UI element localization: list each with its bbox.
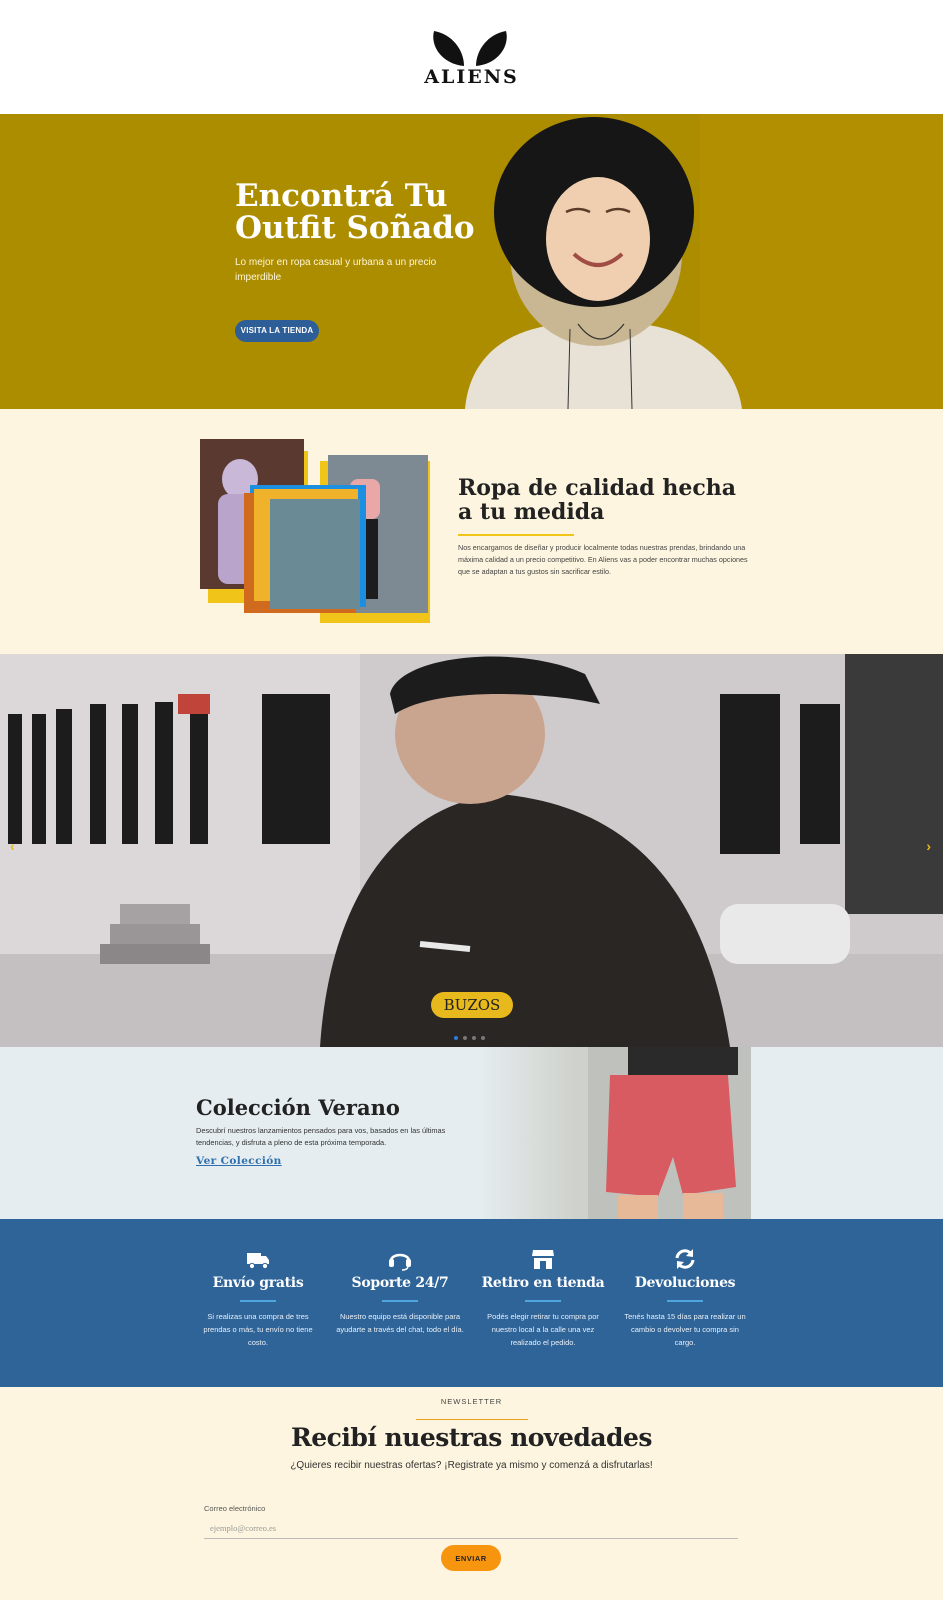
feature-support: Soporte 24/7 Nuestro equipo está disponi…: [335, 1247, 465, 1336]
newsletter-kicker: NEWSLETTER: [440, 1397, 503, 1406]
feature-title: Soporte 24/7: [351, 1275, 449, 1291]
feature-store-pickup: Retiro en tienda Podés elegir retirar tu…: [478, 1247, 608, 1349]
slider-dot[interactable]: [472, 1036, 476, 1040]
slide-photo: [0, 654, 943, 1047]
slider-dot[interactable]: [454, 1036, 458, 1040]
site-header: ALIENS: [0, 0, 943, 114]
feature-description: Nuestro equipo está disponible para ayud…: [336, 1312, 464, 1334]
chevron-right-icon[interactable]: ›: [926, 838, 931, 854]
view-collection-link[interactable]: Ver Colección: [196, 1155, 282, 1167]
shorts-photo: [478, 1047, 751, 1219]
newsletter-section: NEWSLETTER Recibí nuestras novedades ¿Qu…: [0, 1387, 943, 1600]
quality-title: Ropa de calidad hecha a tu medida: [458, 475, 736, 525]
feature-underline: [667, 1300, 703, 1302]
email-field[interactable]: [204, 1517, 738, 1539]
submit-button[interactable]: ENVIAR: [441, 1545, 501, 1571]
refresh-icon: [675, 1249, 695, 1269]
visit-store-button[interactable]: VISITA LA TIENDA: [235, 320, 319, 342]
slider-pagination: [454, 1036, 485, 1040]
email-label: Correo electrónico: [204, 1504, 266, 1513]
newsletter-title: Recibí nuestras novedades: [290, 1423, 653, 1452]
hero-subtitle: Lo mejor en ropa casual y urbana a un pr…: [235, 257, 437, 283]
features-section: Envío gratis Si realizas una compra de t…: [0, 1219, 943, 1387]
store-icon: [532, 1250, 554, 1269]
truck-icon: [247, 1253, 269, 1270]
feature-description: Podés elegir retirar tu compra por nuest…: [487, 1312, 599, 1347]
newsletter-subtitle: ¿Quieres recibir nuestras ofertas? ¡Regi…: [290, 1460, 653, 1471]
category-slider[interactable]: BUZOS ‹ ›: [0, 654, 943, 1047]
headset-icon: [389, 1253, 411, 1271]
quality-section: Ropa de calidad hecha a tu medida Nos en…: [0, 409, 943, 654]
feature-title: Devoluciones: [634, 1275, 736, 1291]
summer-collection-section: Colección Verano Descubrí nuestros lanza…: [0, 1047, 943, 1219]
hero-title: Encontrá Tu Outfit Soñado: [235, 178, 475, 246]
chevron-left-icon[interactable]: ‹: [10, 838, 15, 854]
feature-title: Envío gratis: [212, 1275, 304, 1291]
feature-title: Retiro en tienda: [481, 1275, 605, 1291]
summer-description: Descubrí nuestros lanzamientos pensados …: [196, 1126, 446, 1147]
feature-underline: [240, 1300, 276, 1302]
feature-description: Tenés hasta 15 días para realizar un cam…: [624, 1312, 746, 1347]
summer-title: Colección Verano: [196, 1095, 400, 1120]
newsletter-divider: [416, 1419, 528, 1420]
logo-leaves-icon[interactable]: [428, 28, 512, 68]
feature-description: Si realizas una compra de tres prendas o…: [203, 1312, 313, 1347]
logo-wordmark[interactable]: ALIENS: [0, 66, 943, 88]
slider-dot[interactable]: [481, 1036, 485, 1040]
clothing-collage-image: [200, 439, 430, 623]
slider-dot[interactable]: [463, 1036, 467, 1040]
feature-underline: [525, 1300, 561, 1302]
slide-category-badge[interactable]: BUZOS: [431, 992, 513, 1018]
quality-description: Nos encargamos de diseñar y producir loc…: [458, 543, 748, 576]
title-underline: [458, 534, 574, 536]
feature-underline: [382, 1300, 418, 1302]
feature-free-shipping: Envío gratis Si realizas una compra de t…: [193, 1247, 323, 1349]
hero-banner: Encontrá Tu Outfit Soñado Lo mejor en ro…: [0, 114, 943, 409]
feature-returns: Devoluciones Tenés hasta 15 días para re…: [620, 1247, 750, 1349]
